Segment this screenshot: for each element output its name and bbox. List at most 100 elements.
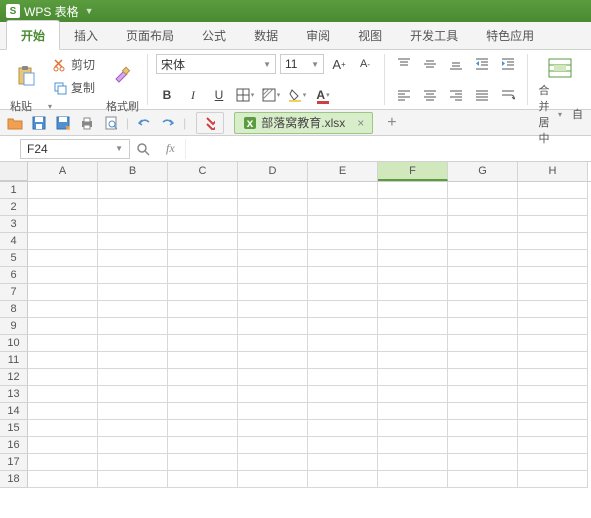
- cell[interactable]: [308, 369, 378, 386]
- cell[interactable]: [98, 250, 168, 267]
- tab-view[interactable]: 视图: [344, 21, 396, 49]
- cell[interactable]: [168, 199, 238, 216]
- col-header-F[interactable]: F: [378, 162, 448, 181]
- cell[interactable]: [308, 386, 378, 403]
- row-header-2[interactable]: 2: [0, 199, 28, 216]
- cell[interactable]: [28, 386, 98, 403]
- cell[interactable]: [168, 216, 238, 233]
- merge-center-button[interactable]: [536, 54, 583, 82]
- cell[interactable]: [168, 369, 238, 386]
- increase-indent-button[interactable]: [497, 54, 519, 74]
- cell[interactable]: [168, 301, 238, 318]
- cell[interactable]: [168, 284, 238, 301]
- cell[interactable]: [518, 318, 588, 335]
- cell[interactable]: [308, 403, 378, 420]
- col-header-A[interactable]: A: [28, 162, 98, 181]
- undo-icon[interactable]: [135, 114, 153, 132]
- cell[interactable]: [378, 182, 448, 199]
- font-family-combo[interactable]: 宋体▼: [156, 54, 276, 74]
- cell[interactable]: [448, 454, 518, 471]
- cell[interactable]: [518, 301, 588, 318]
- cell[interactable]: [238, 182, 308, 199]
- row-header-5[interactable]: 5: [0, 250, 28, 267]
- cell[interactable]: [518, 267, 588, 284]
- cell[interactable]: [448, 301, 518, 318]
- cell[interactable]: [448, 216, 518, 233]
- cell[interactable]: [448, 335, 518, 352]
- cell[interactable]: [28, 318, 98, 335]
- cell[interactable]: [168, 471, 238, 488]
- cell[interactable]: [308, 471, 378, 488]
- row-header-18[interactable]: 18: [0, 471, 28, 488]
- cell[interactable]: [378, 318, 448, 335]
- name-box[interactable]: F24 ▼: [20, 139, 130, 159]
- cell[interactable]: [98, 403, 168, 420]
- cell[interactable]: [518, 386, 588, 403]
- align-center-button[interactable]: [419, 85, 441, 105]
- cell[interactable]: [308, 233, 378, 250]
- cell[interactable]: [378, 420, 448, 437]
- cell[interactable]: [378, 352, 448, 369]
- search-icon[interactable]: [130, 142, 156, 156]
- row-header-17[interactable]: 17: [0, 454, 28, 471]
- cell[interactable]: [378, 335, 448, 352]
- cell[interactable]: [238, 335, 308, 352]
- cell[interactable]: [238, 301, 308, 318]
- cell[interactable]: [518, 284, 588, 301]
- align-right-button[interactable]: [445, 85, 467, 105]
- row-header-16[interactable]: 16: [0, 437, 28, 454]
- cell[interactable]: [168, 318, 238, 335]
- justify-button[interactable]: [471, 85, 493, 105]
- format-painter-button[interactable]: [103, 62, 139, 90]
- cell[interactable]: [238, 284, 308, 301]
- cell[interactable]: [168, 233, 238, 250]
- cell[interactable]: [378, 301, 448, 318]
- decrease-font-button[interactable]: A-: [354, 54, 376, 74]
- cell[interactable]: [518, 199, 588, 216]
- preview-icon[interactable]: [102, 114, 120, 132]
- cell[interactable]: [28, 352, 98, 369]
- cell[interactable]: [308, 267, 378, 284]
- tab-review[interactable]: 审阅: [292, 21, 344, 49]
- cell[interactable]: [28, 420, 98, 437]
- align-top-button[interactable]: [393, 54, 415, 74]
- cell[interactable]: [378, 403, 448, 420]
- cell[interactable]: [308, 182, 378, 199]
- cell[interactable]: [28, 199, 98, 216]
- cell[interactable]: [308, 284, 378, 301]
- cell[interactable]: [238, 437, 308, 454]
- cell[interactable]: [378, 267, 448, 284]
- col-header-G[interactable]: G: [448, 162, 518, 181]
- col-header-E[interactable]: E: [308, 162, 378, 181]
- cell[interactable]: [448, 403, 518, 420]
- cell[interactable]: [448, 250, 518, 267]
- cell[interactable]: [98, 386, 168, 403]
- open-icon[interactable]: [6, 114, 24, 132]
- row-header-8[interactable]: 8: [0, 301, 28, 318]
- cell[interactable]: [308, 420, 378, 437]
- cell[interactable]: [28, 267, 98, 284]
- wrap-text-button[interactable]: [497, 85, 519, 105]
- tab-formula[interactable]: 公式: [188, 21, 240, 49]
- print-icon[interactable]: [78, 114, 96, 132]
- cell[interactable]: [518, 233, 588, 250]
- paste-button[interactable]: [8, 62, 44, 90]
- cell[interactable]: [238, 403, 308, 420]
- cell[interactable]: [28, 284, 98, 301]
- cell[interactable]: [238, 250, 308, 267]
- cell[interactable]: [28, 216, 98, 233]
- cell[interactable]: [168, 454, 238, 471]
- cell[interactable]: [448, 284, 518, 301]
- cell[interactable]: [378, 454, 448, 471]
- increase-font-button[interactable]: A+: [328, 54, 350, 74]
- cell[interactable]: [518, 352, 588, 369]
- cell[interactable]: [308, 216, 378, 233]
- cell[interactable]: [168, 437, 238, 454]
- formula-input[interactable]: [185, 139, 591, 159]
- cell[interactable]: [308, 199, 378, 216]
- tab-dev[interactable]: 开发工具: [396, 21, 472, 49]
- cell[interactable]: [378, 284, 448, 301]
- col-header-B[interactable]: B: [98, 162, 168, 181]
- cell[interactable]: [28, 233, 98, 250]
- cell[interactable]: [378, 437, 448, 454]
